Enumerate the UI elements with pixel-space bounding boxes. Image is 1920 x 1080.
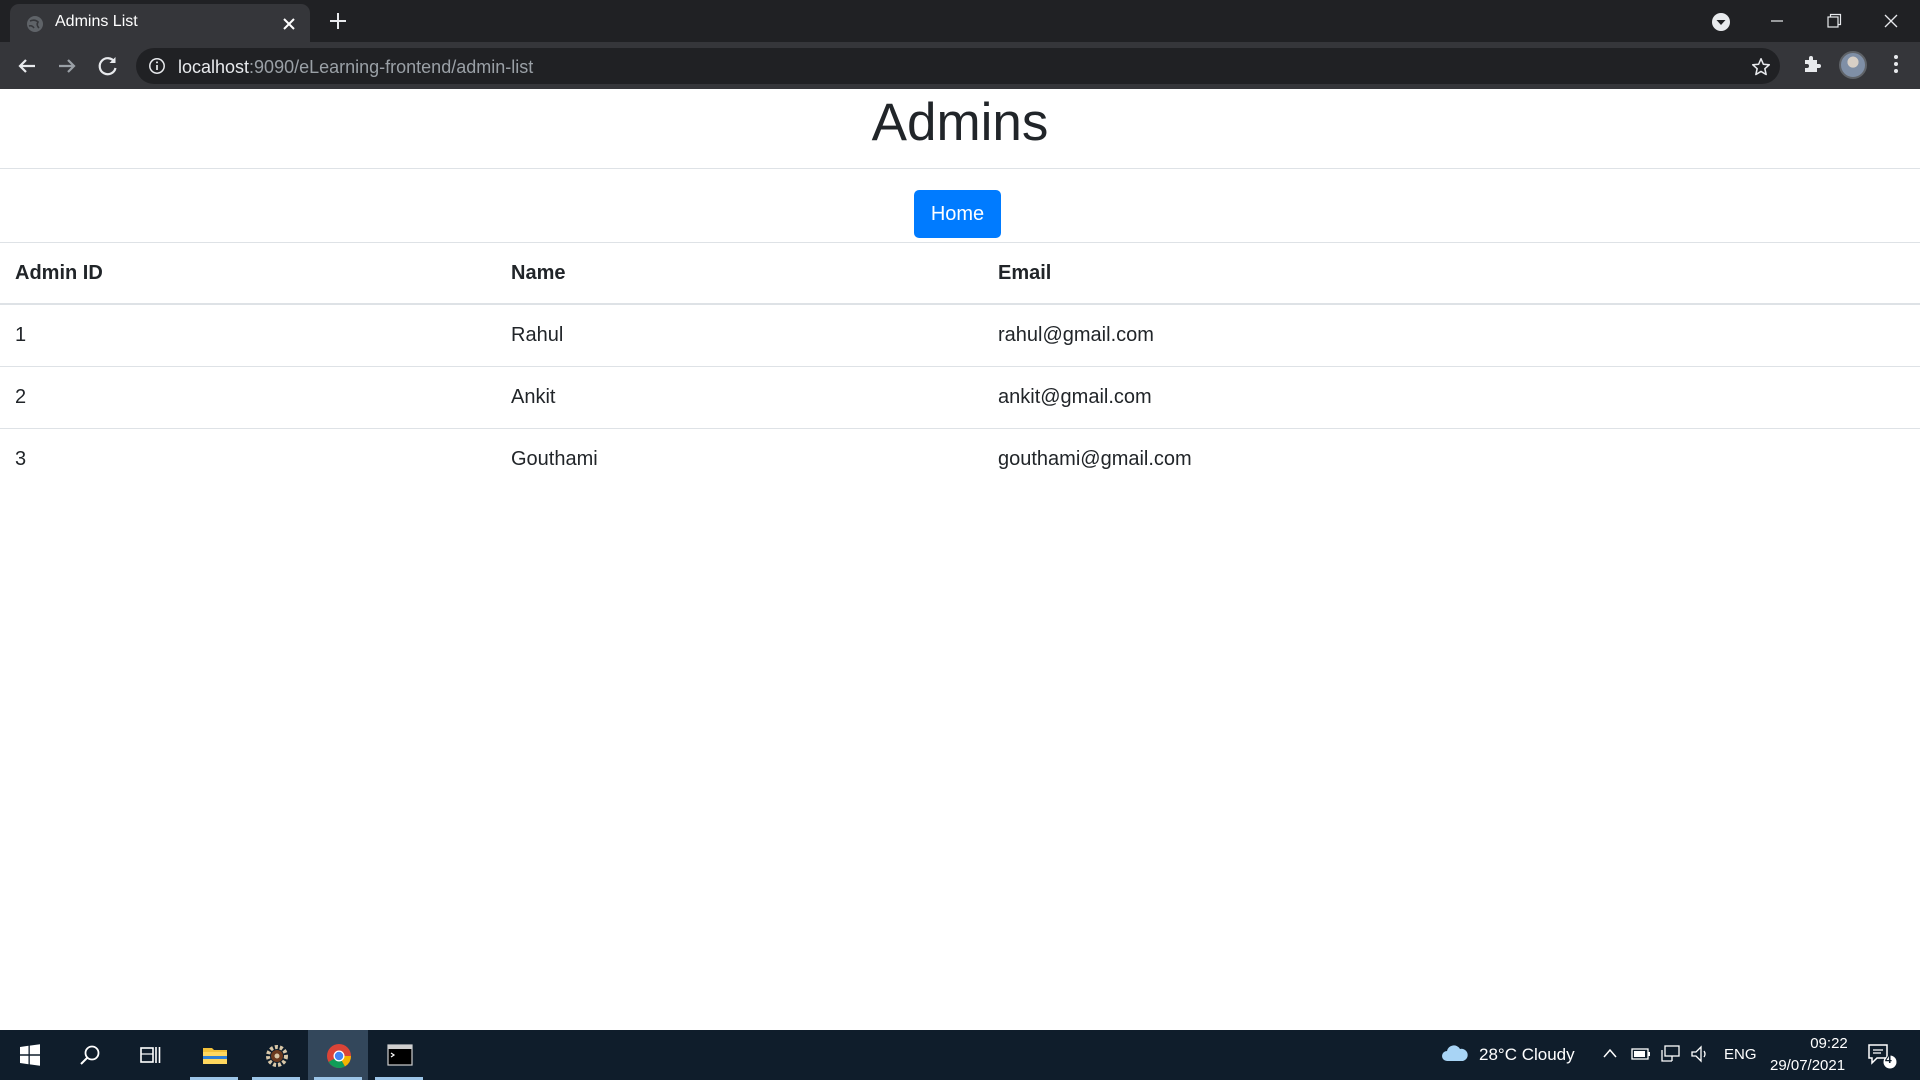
admin-email-cell: ankit@gmail.com bbox=[983, 366, 1920, 429]
chrome-icon bbox=[327, 1044, 351, 1069]
browser-toolbar: localhost:9090/eLearning-frontend/admin-… bbox=[0, 42, 1920, 89]
notification-count-badge: 4 bbox=[1885, 1052, 1892, 1066]
url-host: localhost bbox=[178, 57, 250, 77]
weather-text[interactable]: 28°C Cloudy bbox=[1479, 1045, 1575, 1065]
admin-id-cell: 3 bbox=[15, 447, 27, 470]
page-content: Admins Home Admin ID Name Email 1 Rahul … bbox=[0, 89, 1920, 1030]
site-info-icon[interactable] bbox=[148, 57, 166, 75]
address-bar[interactable]: localhost:9090/eLearning-frontend/admin-… bbox=[136, 48, 1780, 84]
table-header-row: Admin ID Name Email bbox=[0, 243, 1920, 305]
admin-email-cell: rahul@gmail.com bbox=[983, 304, 1920, 367]
admins-table: Admin ID Name Email 1 Rahul rahul@gmail.… bbox=[0, 243, 1920, 490]
home-button[interactable]: Home bbox=[914, 190, 1001, 238]
column-header-email: Email bbox=[983, 243, 1920, 305]
tab-title: Admins List bbox=[55, 13, 138, 30]
admin-name-cell: Rahul bbox=[496, 304, 983, 367]
close-window-icon[interactable] bbox=[1871, 6, 1911, 36]
column-header-name: Name bbox=[496, 243, 983, 305]
globe-icon bbox=[27, 16, 43, 32]
tab-search-icon[interactable] bbox=[1709, 10, 1733, 34]
forward-arrow-icon[interactable] bbox=[53, 52, 81, 80]
column-header-admin-id: Admin ID bbox=[0, 243, 496, 305]
table-row: 2 Ankit ankit@gmail.com bbox=[0, 366, 1920, 429]
network-icon[interactable] bbox=[1660, 1044, 1682, 1064]
terminal-icon bbox=[387, 1044, 413, 1066]
taskbar-file-explorer[interactable] bbox=[184, 1030, 244, 1080]
reload-icon[interactable] bbox=[94, 52, 122, 80]
new-tab-icon[interactable] bbox=[326, 9, 350, 33]
cloud-weather-icon bbox=[1442, 1045, 1468, 1061]
taskbar-search-button[interactable] bbox=[60, 1030, 120, 1080]
admin-id-cell: 1 bbox=[0, 304, 496, 367]
url-text[interactable]: localhost:9090/eLearning-frontend/admin-… bbox=[178, 57, 533, 78]
browser-tab-strip: Admins List bbox=[0, 0, 1920, 42]
table-row: 3 Gouthami gouthami@gmail.com bbox=[0, 428, 1920, 490]
header-divider bbox=[0, 168, 1920, 169]
back-arrow-icon[interactable] bbox=[13, 52, 41, 80]
clock-date[interactable]: 29/07/2021 bbox=[1770, 1057, 1845, 1074]
admin-name-cell: Gouthami bbox=[511, 447, 598, 470]
taskbar-chrome[interactable] bbox=[308, 1030, 368, 1080]
clock-time[interactable]: 09:22 bbox=[1790, 1035, 1868, 1052]
folder-icon bbox=[203, 1048, 227, 1064]
restore-window-icon[interactable] bbox=[1813, 6, 1853, 36]
windows-taskbar: 28°C Cloudy ENG 09:22 29/07/2021 4 bbox=[0, 1030, 1920, 1080]
close-tab-icon[interactable] bbox=[278, 13, 300, 35]
admin-name-cell: Ankit bbox=[496, 366, 983, 429]
gear-icon bbox=[266, 1045, 288, 1067]
battery-icon[interactable] bbox=[1631, 1047, 1651, 1061]
taskbar-terminal[interactable] bbox=[369, 1030, 429, 1080]
profile-avatar[interactable] bbox=[1839, 51, 1867, 79]
search-icon bbox=[80, 1045, 100, 1065]
task-view-icon bbox=[140, 1047, 161, 1063]
notification-center-icon[interactable] bbox=[1866, 1042, 1900, 1070]
page-title: Admins bbox=[871, 93, 1049, 152]
url-path: :9090/eLearning-frontend/admin-list bbox=[249, 57, 534, 77]
browser-tab-active[interactable]: Admins List bbox=[10, 4, 310, 42]
chevron-up-icon[interactable] bbox=[1602, 1047, 1618, 1059]
table-row: 1 Rahul rahul@gmail.com bbox=[0, 304, 1920, 367]
more-options-icon[interactable] bbox=[1884, 52, 1908, 76]
admin-email-cell: gouthami@gmail.com bbox=[998, 447, 1192, 470]
windows-logo-icon bbox=[20, 1044, 40, 1066]
task-view-button[interactable] bbox=[120, 1030, 180, 1080]
admin-id-cell: 2 bbox=[0, 366, 496, 429]
bookmark-star-icon[interactable] bbox=[1750, 56, 1772, 78]
extensions-puzzle-icon[interactable] bbox=[1800, 52, 1824, 76]
taskbar-settings-app[interactable] bbox=[246, 1030, 306, 1080]
minimize-window-icon[interactable] bbox=[1757, 6, 1797, 36]
start-button[interactable] bbox=[0, 1030, 60, 1080]
volume-icon[interactable] bbox=[1690, 1045, 1710, 1063]
language-indicator[interactable]: ENG bbox=[1724, 1046, 1757, 1063]
